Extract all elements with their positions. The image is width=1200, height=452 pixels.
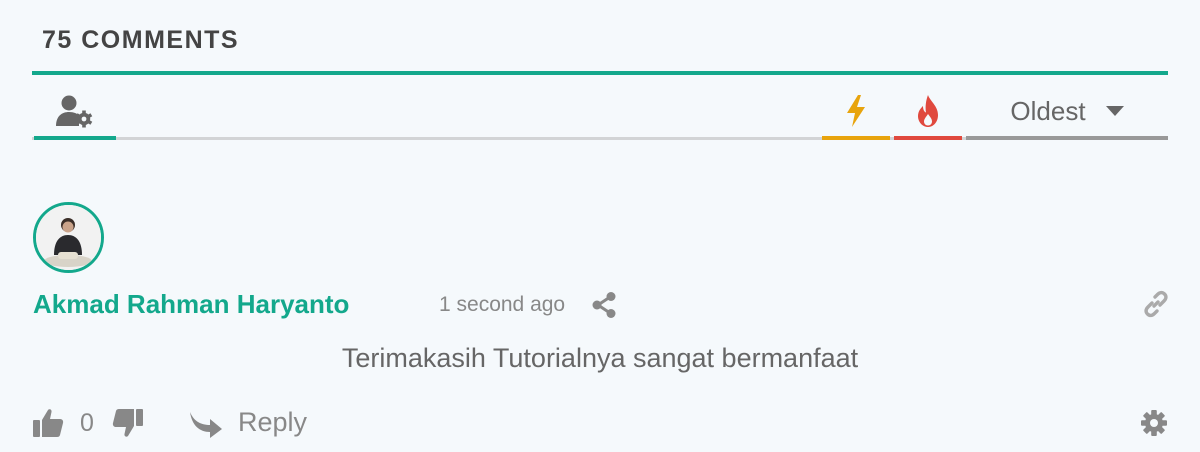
subscribe-tab[interactable]: [34, 82, 116, 140]
lightning-bolt-icon: [847, 95, 865, 127]
fire-icon: [918, 95, 938, 127]
caret-down-icon: [1105, 106, 1124, 116]
sort-selected-value: Oldest: [1010, 95, 1086, 126]
author-avatar[interactable]: [33, 202, 104, 273]
subscribe-tab-indicator: [34, 136, 116, 140]
upvote-icon[interactable]: [32, 408, 64, 443]
hot-tab[interactable]: [894, 82, 962, 140]
reply-arrow-icon[interactable]: [188, 408, 224, 443]
comment-filter-bar: Oldest: [32, 78, 1168, 142]
comment-body: Terimakasih Tutorialnya sangat bermanfaa…: [341, 343, 859, 373]
vote-count: 0: [80, 409, 94, 437]
comment-timestamp[interactable]: 1 second ago: [439, 293, 565, 317]
hot-tab-indicator: [894, 136, 962, 140]
sort-tab-indicator: [966, 136, 1168, 140]
comment-author-name[interactable]: Akmad Rahman Haryanto: [33, 289, 349, 320]
trending-tab[interactable]: [822, 82, 890, 140]
sort-dropdown[interactable]: Oldest: [966, 82, 1168, 140]
avatar-photo: [36, 205, 101, 270]
downvote-icon[interactable]: [112, 408, 144, 443]
gear-icon[interactable]: [1140, 409, 1168, 442]
reply-button[interactable]: Reply: [238, 407, 307, 438]
header-divider: [32, 71, 1168, 75]
user-gear-icon: [56, 95, 93, 128]
comment-count: 75 COMMENTS: [42, 26, 240, 54]
share-icon[interactable]: [592, 292, 616, 323]
trending-tab-indicator: [822, 136, 890, 140]
permalink-icon[interactable]: [1142, 290, 1170, 323]
